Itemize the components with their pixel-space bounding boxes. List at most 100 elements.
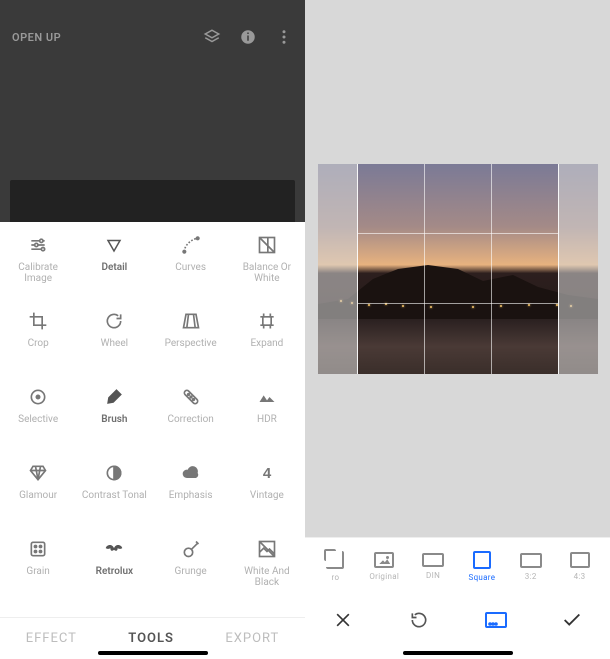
aspect-free[interactable]: ro — [311, 551, 360, 582]
half-circle-icon — [103, 462, 125, 484]
svg-text:4: 4 — [263, 465, 272, 482]
tool-balance-white[interactable]: Balance Or White — [229, 234, 305, 310]
tool-wheel[interactable]: Wheel — [76, 310, 152, 386]
diamond-icon — [27, 462, 49, 484]
tools-panel: Calibrate Image Detail Curves Balance Or Wh… — [0, 222, 305, 617]
aspect-box-icon — [473, 551, 491, 569]
tool-calibrate-image[interactable]: Calibrate Image — [0, 234, 76, 310]
mustache-icon — [103, 538, 125, 560]
perspective-icon — [180, 310, 202, 332]
tool-label: Balance Or White — [233, 262, 301, 284]
tool-label: Retrolux — [96, 566, 133, 577]
editor-backdrop: OPEN UP — [0, 0, 305, 222]
tool-label: Contrast Tonal — [82, 490, 147, 501]
tool-perspective[interactable]: Perspective — [153, 310, 229, 386]
top-bar-actions — [203, 28, 293, 46]
dice-icon — [27, 538, 49, 560]
tool-white-black[interactable]: White And Black — [229, 538, 305, 614]
tool-label: Brush — [101, 414, 127, 425]
tool-label: Vintage — [250, 490, 284, 501]
tool-label: Glamour — [19, 490, 57, 501]
tool-brush[interactable]: Brush — [76, 386, 152, 462]
photo — [318, 164, 598, 374]
tab-tools[interactable]: TOOLS — [128, 631, 174, 646]
rotate-button[interactable] — [401, 602, 437, 638]
tool-label: Expand — [250, 338, 283, 349]
image-bw-icon — [256, 538, 278, 560]
rotate-icon — [103, 310, 125, 332]
balance-icon — [256, 234, 278, 256]
action-bar — [305, 595, 610, 659]
tool-label: Grunge — [175, 566, 207, 577]
aspect-label: 4:3 — [574, 572, 586, 581]
tool-correction[interactable]: Correction — [153, 386, 229, 462]
aspect-box-icon — [520, 553, 542, 568]
top-bar: OPEN UP — [0, 0, 305, 46]
tool-grain[interactable]: Grain — [0, 538, 76, 614]
bandage-icon — [180, 386, 202, 408]
crop-mask-left — [318, 164, 358, 374]
tool-label: HDR — [257, 414, 277, 425]
crop-mask-right — [558, 164, 598, 374]
tool-label: Selective — [18, 414, 58, 425]
aspect-ratio-strip: ro Original DIN Square 3:2 4:3 — [305, 537, 610, 595]
tool-contrast-tonal[interactable]: Contrast Tonal — [76, 462, 152, 538]
tool-label: Curves — [175, 262, 206, 273]
tool-detail[interactable]: Detail — [76, 234, 152, 310]
aspect-label: Square — [469, 573, 496, 582]
tool-label: Crop — [28, 338, 49, 349]
aspect-4-3[interactable]: 4:3 — [555, 552, 604, 581]
tab-export[interactable]: EXPORT — [225, 631, 279, 646]
app-title: OPEN UP — [12, 31, 61, 44]
tool-label: Calibrate Image — [4, 262, 72, 284]
tool-grunge[interactable]: Grunge — [153, 538, 229, 614]
tool-hdr[interactable]: HDR — [229, 386, 305, 462]
triangle-down-icon — [103, 234, 125, 256]
aspect-toggle-button[interactable] — [478, 602, 514, 638]
tool-label: Perspective — [165, 338, 217, 349]
aspect-din[interactable]: DIN — [409, 553, 458, 580]
info-icon[interactable] — [239, 28, 257, 46]
tool-label: Detail — [101, 262, 127, 273]
crop-grid[interactable] — [358, 164, 558, 374]
home-indicator — [403, 651, 513, 655]
aspect-label: 3:2 — [525, 572, 537, 581]
more-icon[interactable] — [275, 28, 293, 46]
tool-expand[interactable]: Expand — [229, 310, 305, 386]
tool-label: Emphasis — [169, 490, 213, 501]
tool-crop[interactable]: Crop — [0, 310, 76, 386]
right-screen: ro Original DIN Square 3:2 4:3 — [305, 0, 610, 659]
aspect-label: DIN — [426, 571, 440, 580]
sliders-icon — [27, 234, 49, 256]
crop-canvas[interactable] — [305, 0, 610, 537]
expand-icon — [256, 310, 278, 332]
tool-retrolux[interactable]: Retrolux — [76, 538, 152, 614]
image-icon — [374, 552, 394, 568]
aspect-3-2[interactable]: 3:2 — [506, 553, 555, 581]
cancel-button[interactable] — [325, 602, 361, 638]
tool-label: White And Black — [233, 566, 301, 588]
aspect-label: Original — [369, 572, 399, 581]
mountains-icon — [256, 386, 278, 408]
tool-emphasis[interactable]: Emphasis — [153, 462, 229, 538]
home-indicator — [98, 651, 208, 655]
tab-effect[interactable]: EFFECT — [26, 631, 77, 646]
number-four-icon: 4 — [256, 462, 278, 484]
free-crop-icon — [326, 551, 344, 569]
target-icon — [27, 386, 49, 408]
crop-icon — [27, 310, 49, 332]
aspect-square[interactable]: Square — [457, 551, 506, 582]
guitar-icon — [180, 538, 202, 560]
left-screen: OPEN UP Calibrate Image Detail Curves Balan… — [0, 0, 305, 659]
aspect-label: ro — [332, 573, 340, 582]
tool-vintage[interactable]: 4 Vintage — [229, 462, 305, 538]
photo-preview — [10, 180, 295, 222]
tool-label: Wheel — [101, 338, 128, 349]
tool-curves[interactable]: Curves — [153, 234, 229, 310]
tool-glamour[interactable]: Glamour — [0, 462, 76, 538]
layers-icon[interactable] — [203, 28, 221, 46]
aspect-box-icon — [570, 552, 590, 568]
aspect-original[interactable]: Original — [360, 552, 409, 581]
tool-selective[interactable]: Selective — [0, 386, 76, 462]
confirm-button[interactable] — [554, 602, 590, 638]
